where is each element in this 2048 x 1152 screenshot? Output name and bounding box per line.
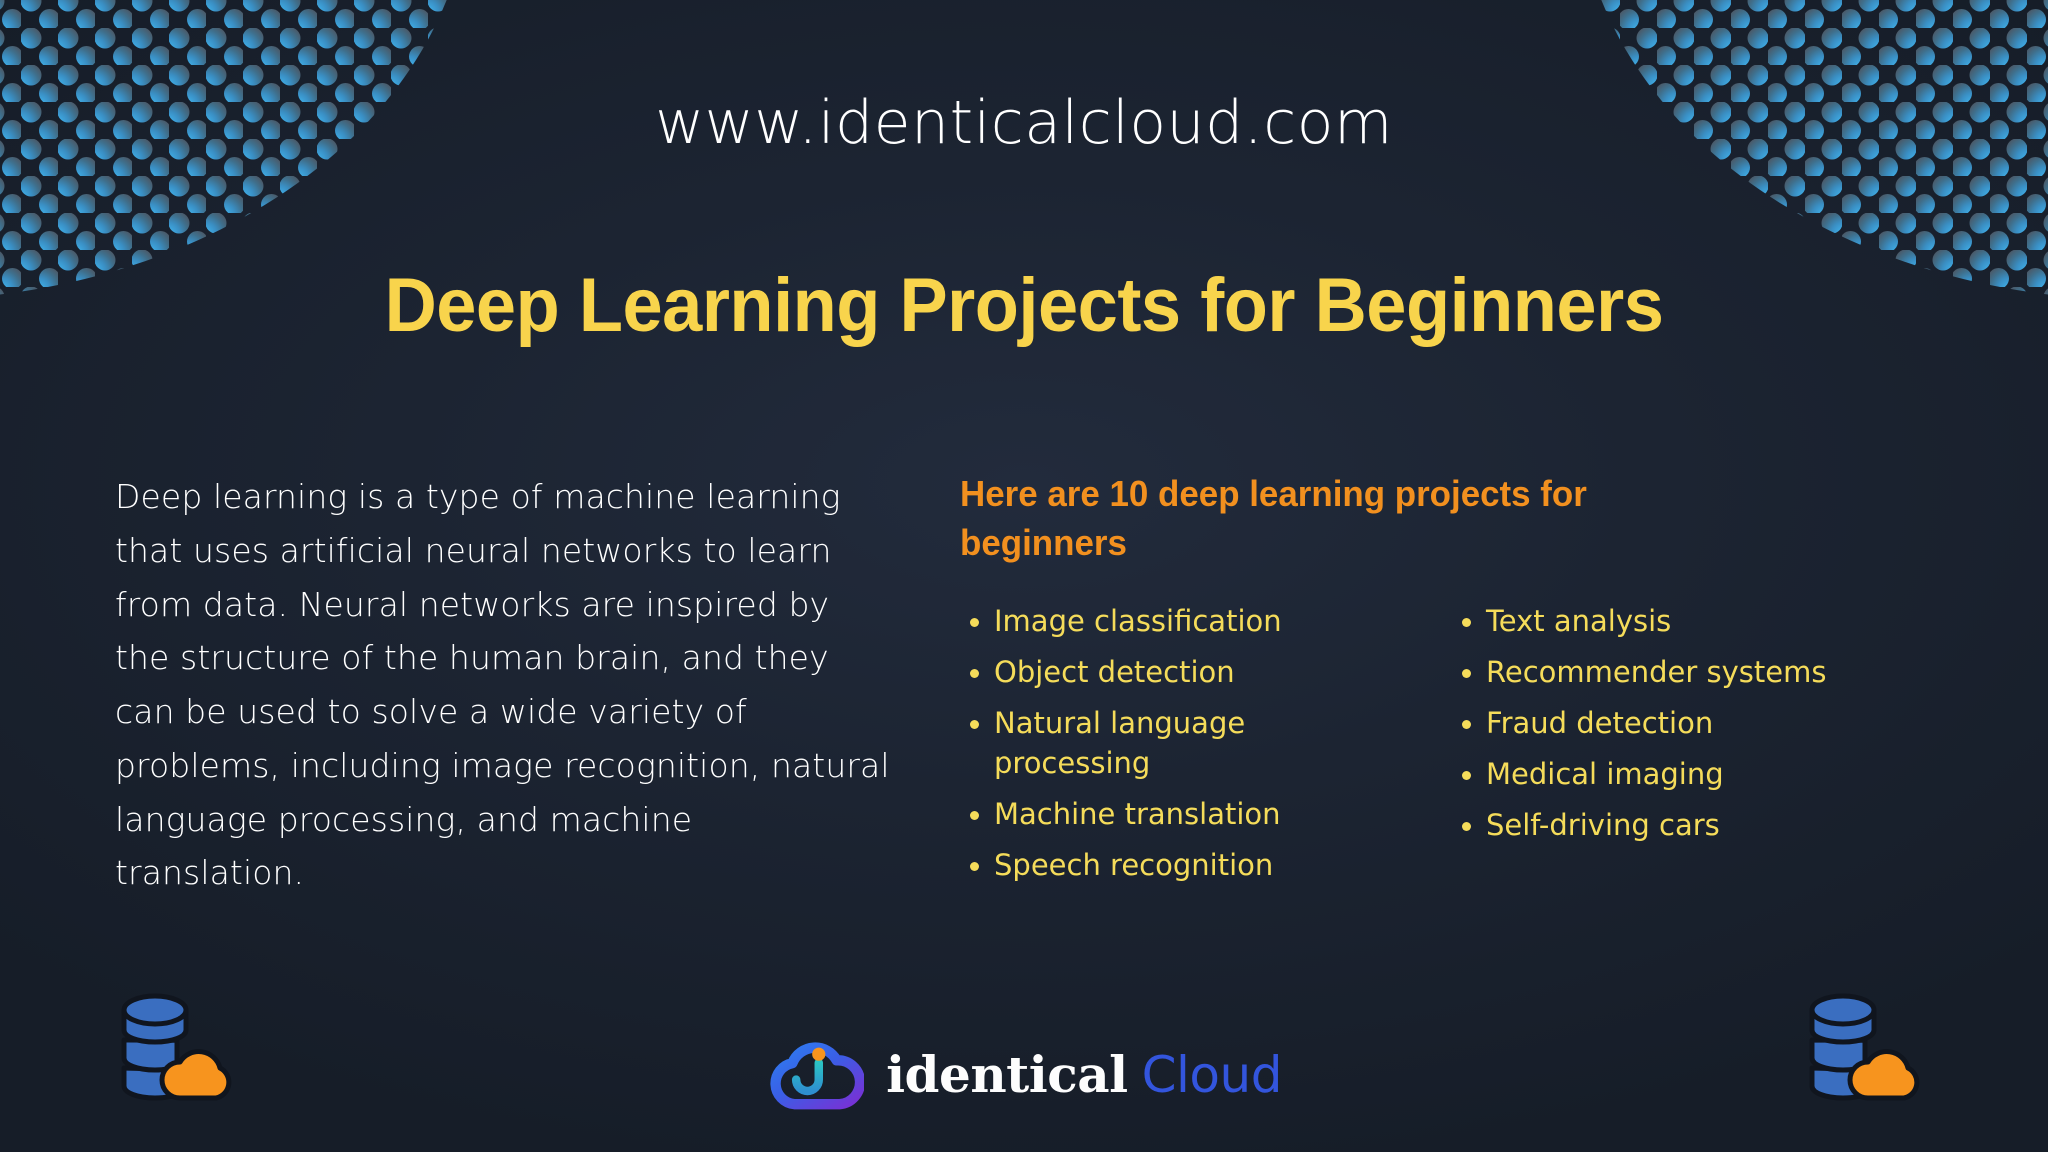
list-item: Image classification: [960, 601, 1400, 641]
list-item: Text analysis: [1452, 601, 1852, 641]
list-item: Speech recognition: [960, 845, 1400, 885]
brand-name-secondary: Cloud: [1141, 1045, 1283, 1104]
projects-list-two: Text analysis Recommender systems Fraud …: [1452, 601, 1852, 896]
intro-column: Deep learning is a type of machine learn…: [0, 470, 930, 900]
infographic-poster: www.identicalcloud.com Deep Learning Pro…: [0, 0, 2048, 1152]
page-title: Deep Learning Projects for Beginners: [384, 263, 1664, 348]
brand-name-primary: identical: [886, 1044, 1128, 1104]
projects-column: Here are 10 deep learning projects for b…: [930, 470, 2048, 896]
list-item: Object detection: [960, 652, 1400, 692]
projects-list-one: Image classification Object detection Na…: [960, 601, 1400, 896]
projects-list-columns: Image classification Object detection Na…: [960, 601, 2048, 896]
list-item: Fraud detection: [1452, 703, 1852, 743]
list-item: Medical imaging: [1452, 754, 1852, 794]
list-item: Machine translation: [960, 794, 1400, 834]
brand-logo: identical Cloud: [0, 1038, 2048, 1110]
list-item: Self-driving cars: [1452, 805, 1852, 845]
list-item: Recommender systems: [1452, 652, 1852, 692]
intro-paragraph: Deep learning is a type of machine learn…: [115, 477, 890, 893]
site-url: www.identicalcloud.com: [655, 88, 1393, 158]
identical-cloud-logo-icon: [770, 1042, 865, 1110]
list-item: Natural language processing: [960, 703, 1400, 783]
brand-wordmark: identical Cloud: [886, 1045, 1282, 1104]
main-content: Deep learning is a type of machine learn…: [0, 470, 2048, 900]
projects-heading: Here are 10 deep learning projects for b…: [960, 473, 1587, 563]
